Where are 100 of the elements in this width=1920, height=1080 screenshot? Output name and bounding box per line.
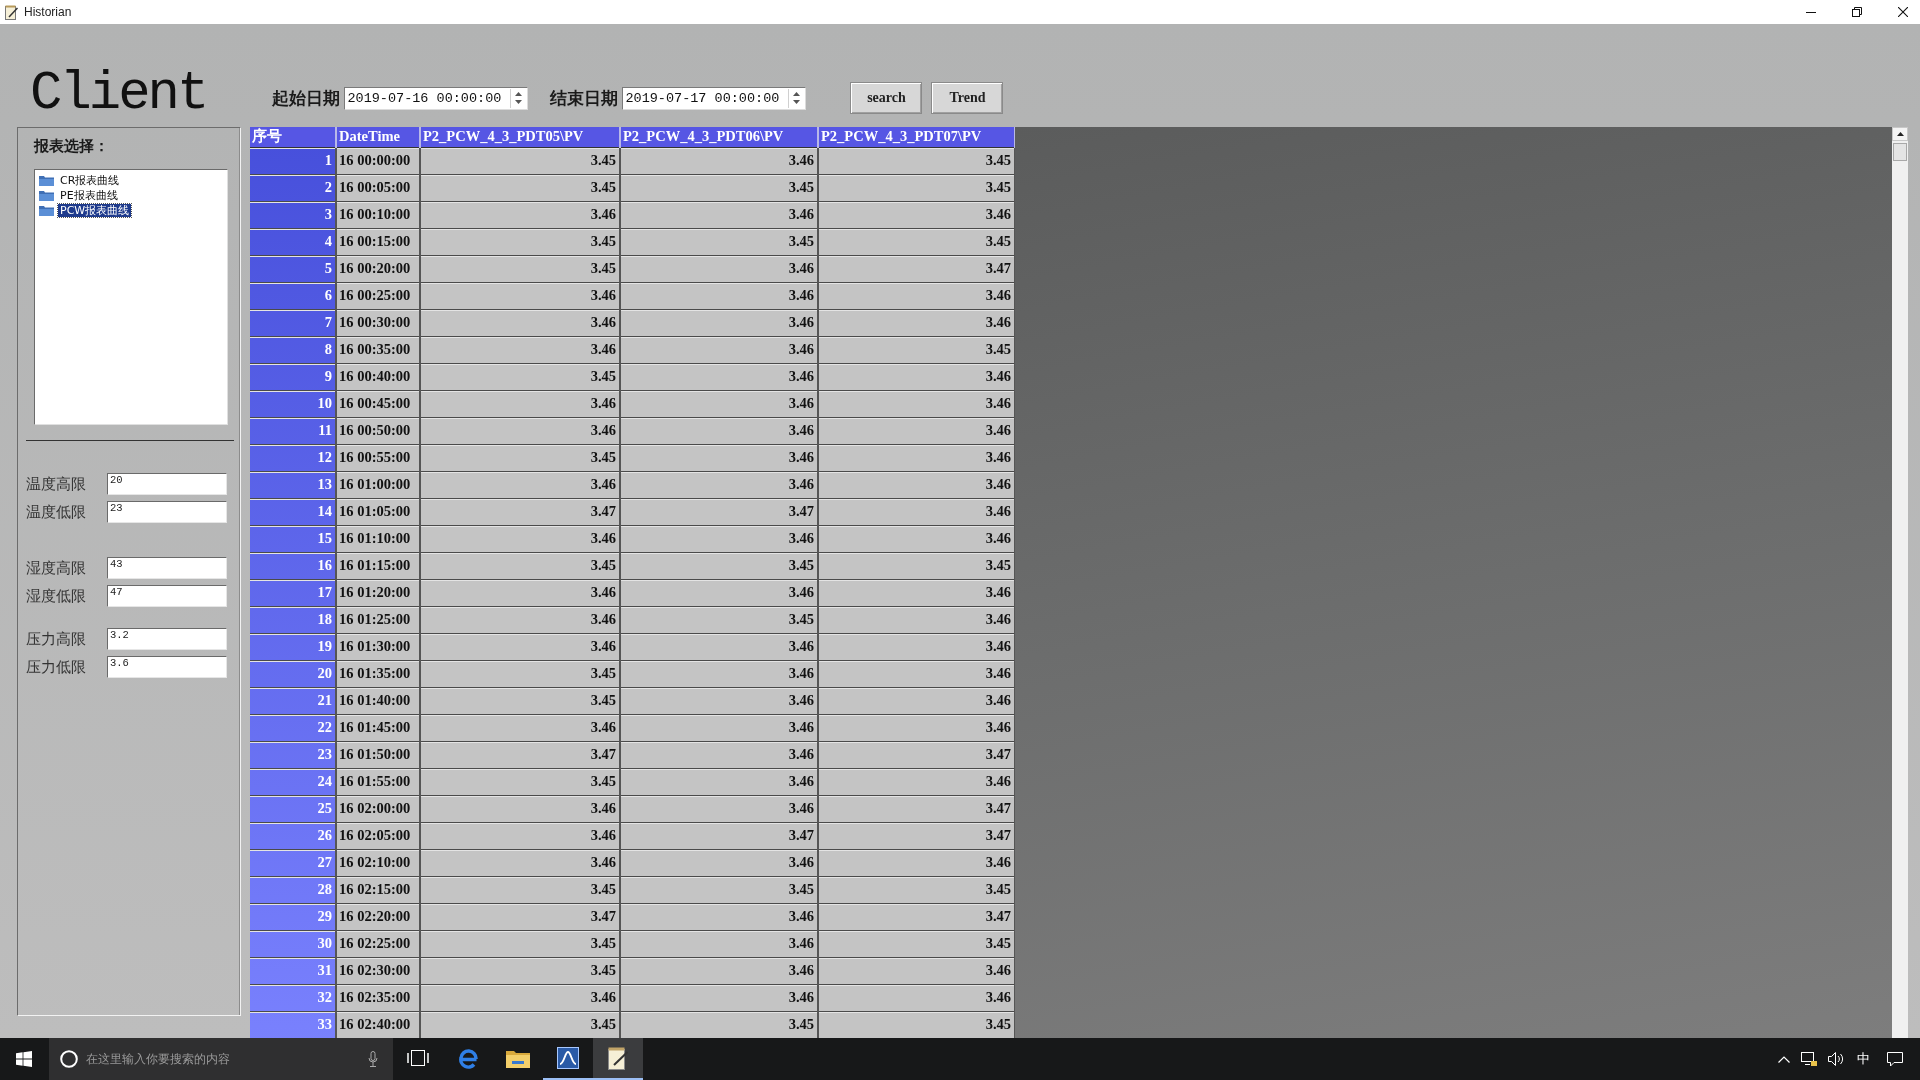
value-cell: 3.46 xyxy=(818,444,1015,471)
value-cell: 3.45 xyxy=(818,552,1015,579)
value-cell: 3.47 xyxy=(818,255,1015,282)
value-cell: 3.46 xyxy=(818,417,1015,444)
row-number-cell: 7 xyxy=(250,309,336,336)
datetime-cell: 16 02:40:00 xyxy=(336,1011,420,1038)
scrollbar-thumb[interactable] xyxy=(1893,143,1907,161)
value-cell: 3.46 xyxy=(620,444,818,471)
value-cell: 3.46 xyxy=(420,201,620,228)
search-field[interactable]: 在这里输入你要搜索的内容 xyxy=(49,1038,393,1080)
row-number-cell: 30 xyxy=(250,930,336,957)
row-number-cell: 23 xyxy=(250,741,336,768)
value-cell: 3.47 xyxy=(620,498,818,525)
value-cell: 3.45 xyxy=(818,1011,1015,1038)
up-down-arrows-icon xyxy=(514,92,522,104)
value-cell: 3.46 xyxy=(420,849,620,876)
datetime-cell: 16 02:00:00 xyxy=(336,795,420,822)
folder-icon[interactable] xyxy=(506,1048,530,1068)
datetime-cell: 16 00:40:00 xyxy=(336,363,420,390)
value-cell: 3.46 xyxy=(620,147,818,174)
microphone-icon[interactable] xyxy=(368,1051,378,1067)
value-cell: 3.46 xyxy=(818,984,1015,1011)
volume-icon[interactable] xyxy=(1828,1052,1844,1066)
scrollbar[interactable] xyxy=(1892,127,1908,1038)
datetime-cell: 16 01:25:00 xyxy=(336,606,420,633)
value-cell: 3.46 xyxy=(620,849,818,876)
datetime-cell: 16 00:50:00 xyxy=(336,417,420,444)
trend-button[interactable]: Trend xyxy=(931,82,1004,114)
datetime-cell: 16 01:30:00 xyxy=(336,633,420,660)
search-button[interactable]: search xyxy=(850,82,923,114)
notepad-icon xyxy=(5,4,18,20)
notepad-icon[interactable] xyxy=(608,1046,628,1070)
value-cell: 3.45 xyxy=(420,228,620,255)
value-cell: 3.46 xyxy=(420,471,620,498)
line-chart-icon[interactable] xyxy=(557,1047,579,1069)
datetime-cell: 16 01:05:00 xyxy=(336,498,420,525)
limit-label: 温度高限 xyxy=(26,474,87,494)
value-cell: 3.45 xyxy=(818,876,1015,903)
datetime-cell: 16 01:20:00 xyxy=(336,579,420,606)
date-label: 结束日期 xyxy=(550,86,619,110)
row-number-cell: 28 xyxy=(250,876,336,903)
value-cell: 3.45 xyxy=(620,876,818,903)
minimize-icon[interactable] xyxy=(1806,11,1816,13)
date-field[interactable]: 2019-07-17 00:00:00 xyxy=(622,86,807,110)
datetime-cell: 16 00:30:00 xyxy=(336,309,420,336)
value-cell: 3.46 xyxy=(420,309,620,336)
value-cell: 3.46 xyxy=(818,606,1015,633)
datetime-cell: 16 00:15:00 xyxy=(336,228,420,255)
row-number-cell: 12 xyxy=(250,444,336,471)
row-number-cell: 15 xyxy=(250,525,336,552)
value-cell: 3.45 xyxy=(420,1011,620,1038)
value-cell: 3.46 xyxy=(818,768,1015,795)
value-cell: 3.47 xyxy=(818,741,1015,768)
network-icon[interactable] xyxy=(1801,1052,1817,1066)
value-cell: 3.46 xyxy=(620,579,818,606)
restore-icon[interactable] xyxy=(1852,7,1862,17)
limit-field[interactable]: 3.2 xyxy=(107,628,227,650)
limit-field[interactable]: 3.6 xyxy=(107,656,227,678)
limit-field[interactable]: 23 xyxy=(107,501,227,523)
value-cell: 3.46 xyxy=(620,984,818,1011)
datetime-cell: 16 02:25:00 xyxy=(336,930,420,957)
tree-item[interactable]: PCW报表曲线 xyxy=(58,204,132,217)
value-cell: 3.46 xyxy=(818,201,1015,228)
value-cell: 3.46 xyxy=(620,363,818,390)
row-number-cell: 3 xyxy=(250,201,336,228)
limit-field[interactable]: 20 xyxy=(107,473,227,495)
value-cell: 3.46 xyxy=(620,390,818,417)
value-cell: 3.45 xyxy=(420,930,620,957)
value-cell: 3.45 xyxy=(620,228,818,255)
value-cell: 3.46 xyxy=(818,714,1015,741)
close-icon[interactable] xyxy=(1898,7,1908,17)
task-view-icon[interactable] xyxy=(407,1050,429,1066)
ring-icon xyxy=(60,1050,78,1068)
value-cell: 3.46 xyxy=(420,633,620,660)
input-method-indicator[interactable]: 中 xyxy=(1857,1050,1870,1068)
date-field[interactable]: 2019-07-16 00:00:00 xyxy=(344,86,529,110)
datetime-cell: 16 01:50:00 xyxy=(336,741,420,768)
value-cell: 3.46 xyxy=(420,984,620,1011)
value-cell: 3.46 xyxy=(818,471,1015,498)
tree-item[interactable]: CR报表曲线 xyxy=(58,174,122,187)
value-cell: 3.46 xyxy=(620,768,818,795)
row-number-cell: 17 xyxy=(250,579,336,606)
limit-label: 湿度高限 xyxy=(26,558,87,578)
limit-field[interactable]: 43 xyxy=(107,557,227,579)
chevron-up-icon[interactable] xyxy=(1778,1055,1790,1063)
taskbar-app-button[interactable] xyxy=(593,1038,643,1080)
scroll-up-button[interactable] xyxy=(1892,127,1908,141)
browser-icon[interactable] xyxy=(457,1047,479,1069)
row-number-cell: 6 xyxy=(250,282,336,309)
datetime-cell: 16 01:10:00 xyxy=(336,525,420,552)
start-menu-icon[interactable] xyxy=(16,1051,32,1067)
report-tree[interactable]: CR报表曲线 PE报表曲线 PCW报表曲线 xyxy=(34,169,228,425)
tree-item[interactable]: PE报表曲线 xyxy=(58,189,120,202)
value-cell: 3.47 xyxy=(620,822,818,849)
limit-field[interactable]: 47 xyxy=(107,585,227,607)
notification-icon[interactable] xyxy=(1887,1051,1903,1067)
datetime-cell: 16 00:25:00 xyxy=(336,282,420,309)
row-number-cell: 10 xyxy=(250,390,336,417)
datetime-cell: 16 00:55:00 xyxy=(336,444,420,471)
datetime-cell: 16 01:40:00 xyxy=(336,687,420,714)
